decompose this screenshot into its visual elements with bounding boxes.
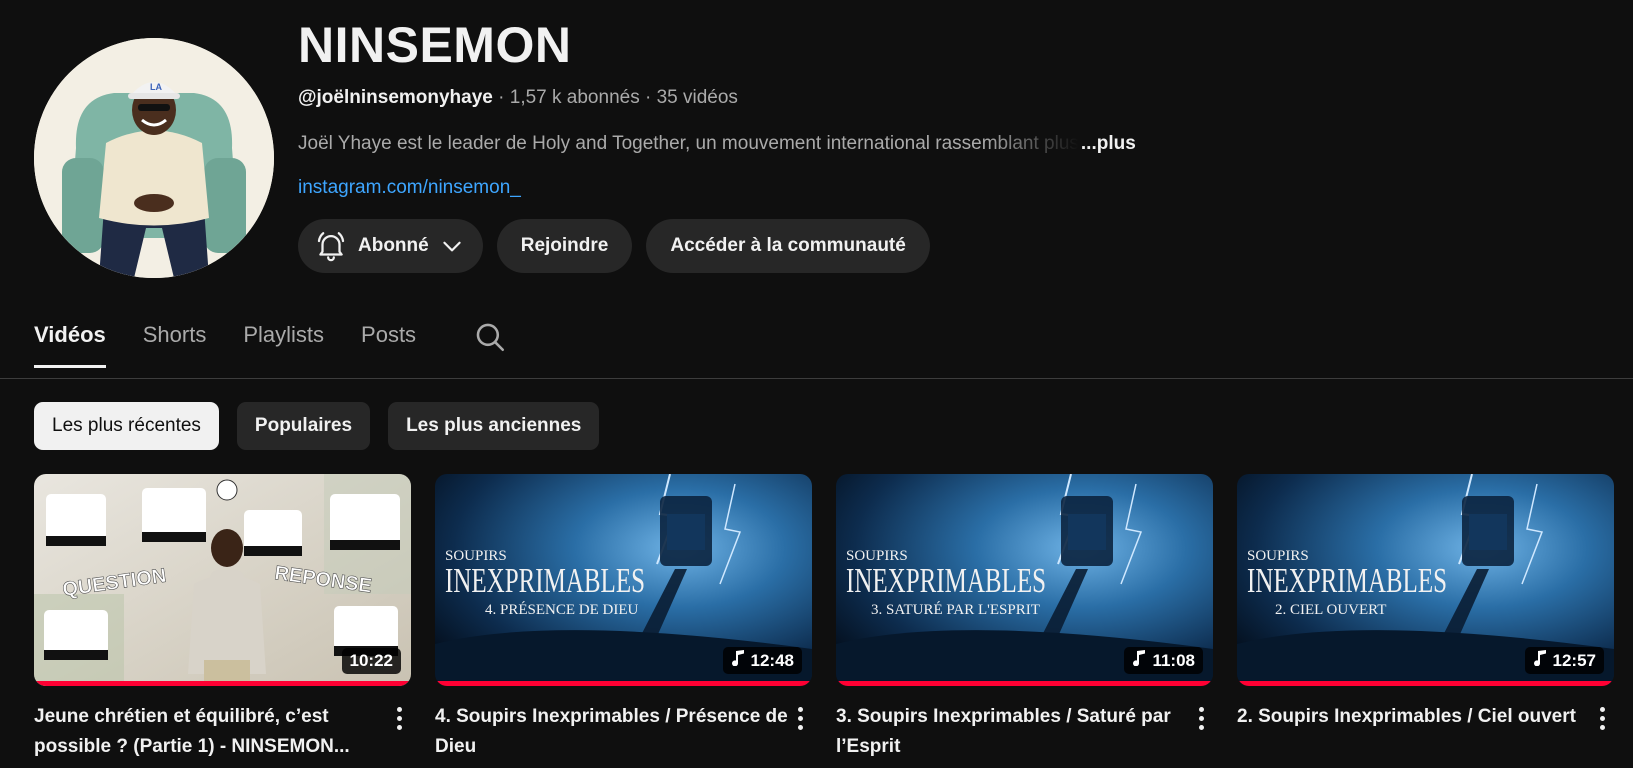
video-card[interactable]: SOUPIRS INEXPRIMABLES 3. SATURÉ PAR L'ES… <box>836 474 1213 762</box>
duration-text: 12:48 <box>750 650 794 670</box>
tab-videos[interactable]: Vidéos <box>34 322 106 368</box>
thumbnail-question-text: QUESTION <box>61 565 167 601</box>
video-card[interactable]: QUESTION REPONSE 10:22 Jeune chrétien et… <box>34 474 411 762</box>
avatar-photo: LA <box>34 38 274 278</box>
tab-playlists[interactable]: Playlists <box>243 322 324 368</box>
chip-popular[interactable]: Populaires <box>236 402 371 450</box>
watch-progress-fill <box>836 681 1213 686</box>
thumbnail-series-big: INEXPRIMABLES <box>846 561 1046 600</box>
description-more-button[interactable]: ...plus <box>1081 133 1136 155</box>
svg-text:LA: LA <box>150 82 162 92</box>
channel-name: NINSEMON <box>298 17 572 73</box>
video-duration-badge: 11:08 <box>1124 647 1203 674</box>
duration-text: 10:22 <box>349 651 393 670</box>
more-vert-icon[interactable] <box>788 702 812 762</box>
channel-stats: @joëlninsemonyhaye · 1,57 k abonnés · 35… <box>298 87 1136 109</box>
thumbnail-episode-label: 4. PRÉSENCE DE DIEU <box>485 601 639 618</box>
video-title[interactable]: 2. Soupirs Inexprimables / Ciel ouvert <box>1237 702 1590 732</box>
duration-text: 12:57 <box>1552 650 1596 670</box>
more-vert-icon[interactable] <box>1189 702 1213 762</box>
channel-avatar[interactable]: LA <box>34 38 274 278</box>
watch-progress-fill <box>1237 681 1614 686</box>
thumbnail-reponse-text: REPONSE <box>273 562 373 597</box>
more-vert-icon[interactable] <box>1590 702 1614 732</box>
video-thumbnail[interactable]: SOUPIRS INEXPRIMABLES 3. SATURÉ PAR L'ES… <box>836 474 1213 686</box>
tabs-divider <box>0 378 1633 379</box>
video-info: Jeune chrétien et équilibré, c’est possi… <box>34 702 411 762</box>
watch-progress-fill <box>34 681 411 686</box>
video-duration-badge: 12:57 <box>1524 647 1604 674</box>
video-title[interactable]: 3. Soupirs Inexprimables / Saturé par l’… <box>836 702 1189 762</box>
sort-chips: Les plus récentes Populaires Les plus an… <box>34 402 600 450</box>
video-card[interactable]: SOUPIRS INEXPRIMABLES 4. PRÉSENCE DE DIE… <box>435 474 812 762</box>
video-info: 2. Soupirs Inexprimables / Ciel ouvert <box>1237 702 1614 732</box>
video-duration-badge: 10:22 <box>341 648 401 674</box>
music-note-icon <box>1533 650 1547 671</box>
watch-progress-bar <box>836 681 1213 686</box>
music-note-icon <box>731 650 745 671</box>
music-note-icon <box>1132 650 1146 671</box>
community-button[interactable]: Accéder à la communauté <box>646 219 930 273</box>
bell-icon <box>314 229 348 263</box>
thumbnail-episode-label: 3. SATURÉ PAR L'ESPRIT <box>871 601 1040 618</box>
tab-posts[interactable]: Posts <box>361 322 416 368</box>
video-grid: QUESTION REPONSE 10:22 Jeune chrétien et… <box>34 474 1614 762</box>
channel-meta: NINSEMON @joëlninsemonyhaye · 1,57 k abo… <box>298 18 1136 273</box>
watch-progress-bar <box>1237 681 1614 686</box>
join-button[interactable]: Rejoindre <box>496 219 633 273</box>
more-vert-icon[interactable] <box>387 702 411 762</box>
video-info: 3. Soupirs Inexprimables / Saturé par l’… <box>836 702 1213 762</box>
video-title[interactable]: Jeune chrétien et équilibré, c’est possi… <box>34 702 387 762</box>
chip-oldest[interactable]: Les plus anciennes <box>388 402 600 450</box>
chevron-down-icon <box>439 233 465 259</box>
video-card[interactable]: SOUPIRS INEXPRIMABLES 2. CIEL OUVERT 12:… <box>1237 474 1614 762</box>
video-thumbnail[interactable]: SOUPIRS INEXPRIMABLES 4. PRÉSENCE DE DIE… <box>435 474 812 686</box>
thumbnail-series-big: INEXPRIMABLES <box>445 561 645 600</box>
channel-actions: Abonné Rejoindre Accéder à la communauté <box>298 219 1136 273</box>
channel-subscriber-video-count: · 1,57 k abonnés · 35 vidéos <box>498 87 738 108</box>
video-thumbnail[interactable]: QUESTION REPONSE 10:22 <box>34 474 411 686</box>
search-icon[interactable] <box>473 320 507 359</box>
channel-tabs: Vidéos Shorts Playlists Posts <box>34 322 507 368</box>
tab-shorts[interactable]: Shorts <box>143 322 207 368</box>
channel-page: LA NINSEMON @joëlninsemonyhaye · 1,57 k … <box>0 0 1633 768</box>
video-thumbnail[interactable]: SOUPIRS INEXPRIMABLES 2. CIEL OUVERT 12:… <box>1237 474 1614 686</box>
thumbnail-episode-label: 2. CIEL OUVERT <box>1275 602 1386 618</box>
chip-latest[interactable]: Les plus récentes <box>34 402 219 450</box>
video-title[interactable]: 4. Soupirs Inexprimables / Présence de D… <box>435 702 788 762</box>
duration-text: 11:08 <box>1152 650 1195 670</box>
description-text: Joël Yhaye est le leader de Holy and Tog… <box>298 133 1079 154</box>
external-link[interactable]: instagram.com/ninsemon_ <box>298 177 1136 199</box>
subscribed-button[interactable]: Abonné <box>298 219 483 273</box>
channel-handle[interactable]: @joëlninsemonyhaye <box>298 87 493 108</box>
thumbnail-series-big: INEXPRIMABLES <box>1247 561 1447 600</box>
watch-progress-bar <box>34 681 411 686</box>
video-info: 4. Soupirs Inexprimables / Présence de D… <box>435 702 812 762</box>
subscribed-label: Abonné <box>358 235 429 256</box>
watch-progress-bar <box>435 681 812 686</box>
channel-description[interactable]: Joël Yhaye est le leader de Holy and Tog… <box>298 133 1136 155</box>
video-duration-badge: 12:48 <box>722 647 802 674</box>
watch-progress-fill <box>435 681 812 686</box>
